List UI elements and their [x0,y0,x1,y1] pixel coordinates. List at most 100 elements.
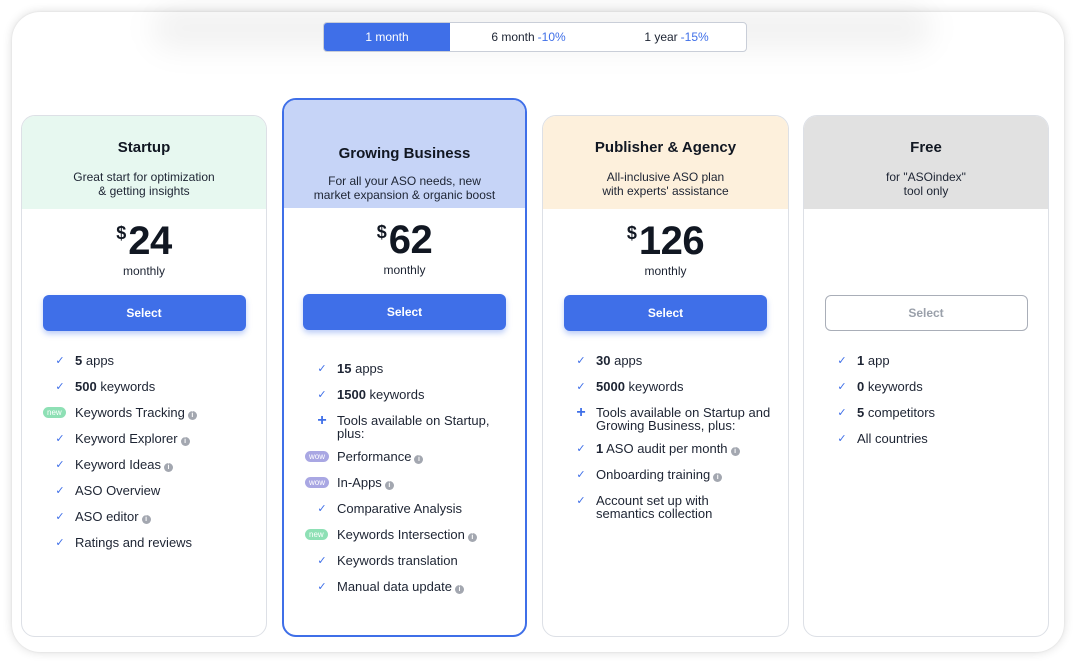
period-label: 1 year [644,30,678,44]
feature-value: 15 [337,361,352,376]
check-icon: ✓ [576,468,586,481]
feature-value: 5000 [596,379,625,394]
info-icon[interactable]: i [414,455,424,464]
feature-item: ✓ ASO Overview [22,484,266,510]
feature-item: ✓ 30 apps [543,354,788,380]
feature-text: Keyword Explorer [75,431,178,446]
feature-text: Performance [337,449,412,464]
info-icon[interactable]: i [454,585,464,594]
currency-symbol: $ [116,223,127,243]
plan-name: Free [910,139,942,156]
feature-item: ✓ ASO editor i [22,510,266,536]
feature-value: 1 [857,353,865,368]
feature-text: Account set up with semantics collection [596,493,713,521]
currency-symbol: $ [626,223,637,243]
feature-text: ASO editor [75,509,139,524]
feature-item: ✓ 15 apps [284,362,525,388]
info-icon[interactable]: i [141,515,151,524]
check-icon: ✓ [837,354,847,367]
feature-item: ✓ 5 apps [22,354,266,380]
info-icon[interactable]: i [713,473,723,482]
feature-value: 500 [75,379,97,394]
plus-icon: + [317,411,327,429]
info-icon[interactable]: i [180,437,190,446]
plan-card-free: Free for "ASOindex" tool only Select ✓ 1 … [803,115,1049,637]
feature-text: All countries [857,431,928,446]
select-publisher-agency-button[interactable]: Select [564,295,767,331]
feature-item: ✓ Keyword Explorer i [22,432,266,458]
feature-item: ✓ Comparative Analysis [284,502,525,528]
info-icon[interactable]: i [467,533,477,542]
feature-item: ✓ All countries [804,432,1048,458]
info-icon[interactable]: i [730,447,740,456]
feature-text: Keyword Ideas [75,457,161,472]
plan-header: Publisher & Agency All-inclusive ASO pla… [543,116,788,209]
plan-card-growing-business: Growing Business For all your ASO needs,… [282,98,527,637]
feature-text: keywords [628,379,684,394]
plan-header: Growing Business For all your ASO needs,… [284,100,525,208]
plan-price: $ 126 [543,219,788,263]
info-icon[interactable]: i [187,411,197,420]
feature-value: 0 [857,379,865,394]
period-discount: -15% [680,30,709,44]
feature-text: apps [614,353,643,368]
period-label: 6 month [491,30,535,44]
plan-name: Publisher & Agency [594,139,737,156]
plan-description: Great start for optimization & getting i… [73,170,215,198]
price-amount: 126 [638,219,705,263]
check-icon: ✓ [55,484,65,497]
feature-item: wow Performance i [284,450,525,476]
select-free-button[interactable]: Select [824,295,1028,331]
check-icon: ✓ [837,406,847,419]
period-option-6-month[interactable]: 6 month -10% [450,23,607,51]
plan-header: Free for "ASOindex" tool only [804,116,1048,209]
plan-price [804,221,1048,259]
wow-badge: wow [305,477,330,488]
feature-text: Tools available on Startup and Growing B… [596,405,771,433]
feature-text: Keywords translation [337,553,458,568]
feature-value: 1500 [337,387,366,402]
price-amount: 24 [128,219,172,263]
feature-text: Keywords Intersection [337,527,465,542]
feature-text: Tools available on Startup, plus: [337,413,490,441]
feature-item: ✓ Keywords translation [284,554,525,580]
feature-item: ✓ Account set up with semantics collectio… [543,494,788,530]
feature-item: new Keywords Tracking i [22,406,266,432]
feature-item: new Keywords Intersection i [284,528,525,554]
select-growing-business-button[interactable]: Select [303,294,506,330]
feature-text: Onboarding training [596,467,711,482]
check-icon: ✓ [317,580,327,593]
info-icon[interactable]: i [384,481,394,490]
check-icon: ✓ [55,510,65,523]
check-icon: ✓ [576,442,586,455]
feature-text: keywords [100,379,156,394]
feature-text: keywords [369,387,425,402]
feature-item: ✓ 1 app [804,354,1048,380]
plan-card-publisher-agency: Publisher & Agency All-inclusive ASO pla… [542,115,789,637]
currency-symbol: $ [376,222,387,242]
feature-item: + Tools available on Startup, plus: [284,411,525,450]
feature-text: competitors [867,405,936,420]
period-option-1-month[interactable]: 1 month [324,23,450,51]
plan-price: $ 24 [22,219,266,263]
feature-item: ✓ 1500 keywords [284,388,525,414]
select-startup-button[interactable]: Select [42,295,246,331]
period-label: 1 month [365,30,409,44]
plan-name: Growing Business [338,145,471,162]
feature-item: ✓ 5 competitors [804,406,1048,432]
info-icon[interactable]: i [164,463,173,472]
feature-list: ✓ 30 apps ✓ 5000 keywords + Tools available o… [543,354,788,530]
feature-list: ✓ 15 apps ✓ 1500 keywords + Tools available o… [284,362,525,606]
feature-value: 30 [596,353,611,368]
billing-period [804,264,1048,278]
feature-text: ASO Overview [75,483,161,498]
plan-description: for "ASOindex" tool only [886,170,966,198]
check-icon: ✓ [837,432,847,445]
feature-text: keywords [867,379,923,394]
feature-text: Keywords Tracking [75,405,185,420]
period-option-1-year[interactable]: 1 year -15% [607,23,746,51]
feature-item: ✓ Onboarding training i [543,468,788,494]
check-icon: ✓ [55,432,65,445]
feature-item: + Tools available on Startup and Growing … [543,404,788,442]
feature-text: In-Apps [337,475,382,490]
